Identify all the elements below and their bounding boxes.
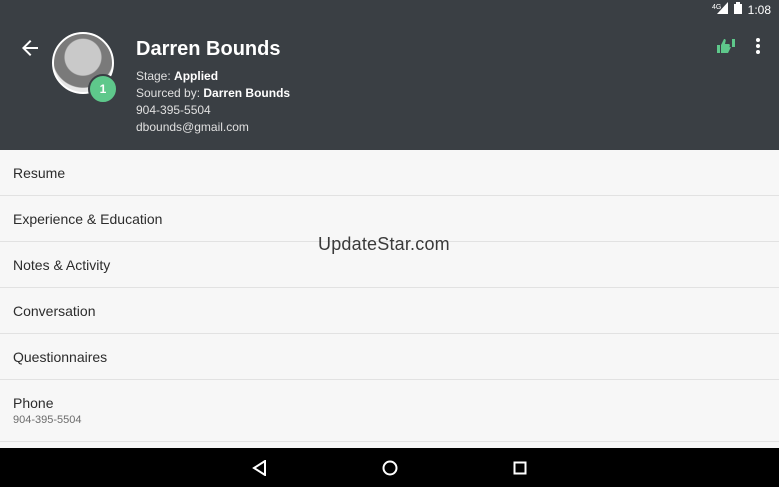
nav-recents-button[interactable] — [510, 458, 530, 478]
menu-item-conversation[interactable]: Conversation — [0, 288, 779, 334]
circle-home-icon — [382, 460, 397, 475]
menu-item-notes-activity[interactable]: Notes & Activity — [0, 242, 779, 288]
menu-item-label: Notes & Activity — [13, 256, 111, 273]
back-button[interactable] — [18, 36, 42, 60]
email-text: dbounds@gmail.com — [136, 120, 249, 134]
candidate-name: Darren Bounds — [136, 38, 281, 60]
sourced-row: Sourced by: Darren Bounds — [136, 85, 290, 102]
detail-menu-list: Resume Experience & Education Notes & Ac… — [0, 150, 779, 448]
stage-row: Stage: Applied — [136, 68, 290, 85]
menu-item-sublabel: 904-395-5504 — [13, 414, 82, 426]
signal-icon: 4G — [712, 2, 728, 17]
menu-item-questionnaires[interactable]: Questionnaires — [0, 334, 779, 380]
more-vertical-icon — [756, 38, 760, 54]
square-recents-icon — [513, 461, 526, 474]
status-bar: 4G 1:08 — [0, 0, 779, 20]
stage-label: Stage: — [136, 69, 171, 83]
candidate-header: 1 Darren Bounds Stage: Applied Sourced b… — [0, 20, 779, 150]
triangle-back-icon — [251, 459, 266, 476]
menu-item-phone[interactable]: Phone 904-395-5504 — [0, 380, 779, 442]
clock: 1:08 — [747, 2, 771, 17]
arrow-left-icon — [22, 40, 38, 56]
svg-text:4G: 4G — [712, 4, 721, 11]
sourced-value: Darren Bounds — [203, 86, 291, 100]
rating-button[interactable] — [717, 39, 735, 58]
menu-item-label: Conversation — [13, 302, 96, 319]
menu-item-experience-education[interactable]: Experience & Education — [0, 196, 779, 242]
nav-home-button[interactable] — [380, 458, 400, 478]
menu-item-label: Questionnaires — [13, 348, 108, 365]
avatar-container[interactable]: 1 — [52, 32, 118, 104]
stage-value: Applied — [174, 69, 219, 83]
battery-icon — [733, 2, 742, 17]
status-icons: 4G 1:08 — [712, 2, 771, 17]
menu-item-label: Experience & Education — [13, 210, 163, 227]
menu-item-label: Resume — [13, 164, 66, 181]
menu-item-resume[interactable]: Resume — [0, 150, 779, 196]
menu-item-label: Phone — [13, 395, 54, 411]
phone-text: 904-395-5504 — [136, 103, 211, 117]
more-options-button[interactable] — [755, 38, 761, 59]
candidate-meta: Stage: Applied Sourced by: Darren Bounds… — [136, 68, 290, 136]
system-navigation-bar — [0, 448, 779, 487]
header-actions — [717, 38, 761, 59]
sourced-label: Sourced by: — [136, 86, 201, 100]
thumbs-up-down-icon — [717, 39, 735, 53]
nav-back-button[interactable] — [250, 458, 270, 478]
count-badge: 1 — [88, 74, 118, 104]
